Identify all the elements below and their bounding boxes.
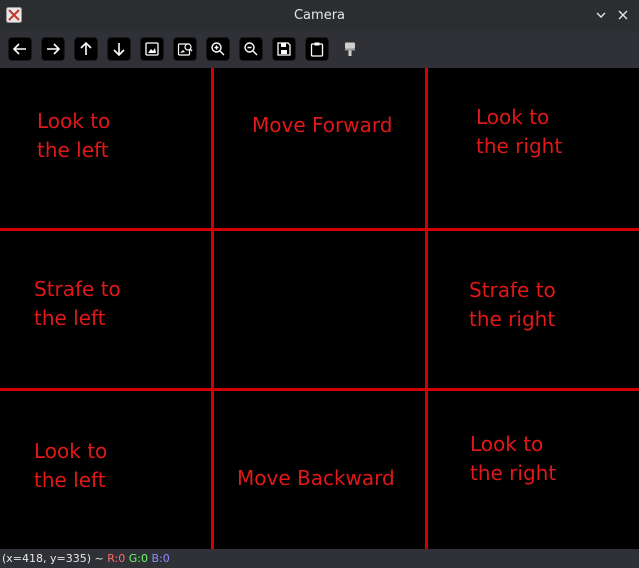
close-icon [618,10,628,20]
pan-up-button[interactable] [74,37,98,61]
image-icon [145,42,159,56]
window-title: Camera [293,8,346,23]
save-image-button[interactable] [272,37,296,61]
label-strafe-left: Strafe to the left [34,277,121,330]
properties-button[interactable] [338,37,362,61]
zoom-original-button[interactable] [140,37,164,61]
label-look-left-bottom: Look to the left [34,439,108,492]
zoom-in-button[interactable] [206,37,230,61]
zoom-in-icon [211,42,225,56]
status-bar: (x=418, y=335) ~ R:0 G:0 B:0 [0,549,639,568]
label-strafe-right: Strafe to the right [469,278,556,331]
arrow-down-icon [113,43,125,57]
arrow-left-icon [12,43,26,55]
chevron-down-icon [596,12,606,18]
blue-value: B:0 [151,552,170,565]
close-button[interactable] [614,6,632,24]
title-bar: Camera [0,0,639,31]
vertical-grid-line-left [211,68,214,549]
label-move-forward: Move Forward [252,113,393,137]
zoom-out-icon [244,42,258,56]
pan-right-button[interactable] [41,37,65,61]
clipboard-icon [310,42,324,57]
label-move-backward: Move Backward [237,466,395,490]
image-search-icon [177,43,193,56]
pan-down-button[interactable] [107,37,131,61]
camera-image-canvas[interactable]: Look to the left Move Forward Look to th… [0,68,639,549]
minimize-button[interactable] [592,6,610,24]
arrow-right-icon [47,43,61,55]
pan-left-button[interactable] [8,37,32,61]
copy-to-clipboard-button[interactable] [305,37,329,61]
horizontal-grid-line-top [0,228,639,231]
paint-brush-icon [345,42,355,56]
red-value: R:0 [107,552,126,565]
green-value: G:0 [128,552,148,565]
vertical-grid-line-right [425,68,428,549]
save-icon [277,42,291,56]
label-look-left-top: Look to the left [37,109,111,162]
toolbar [0,31,639,68]
zoom-out-button[interactable] [239,37,263,61]
cursor-coordinates: (x=418, y=335) ~ [2,552,108,565]
zoom-fit-button[interactable] [173,37,197,61]
arrow-up-icon [80,41,92,55]
label-look-right-bottom: Look to the right [470,432,557,485]
label-look-right-top: Look to the right [476,105,563,158]
horizontal-grid-line-bottom [0,388,639,391]
